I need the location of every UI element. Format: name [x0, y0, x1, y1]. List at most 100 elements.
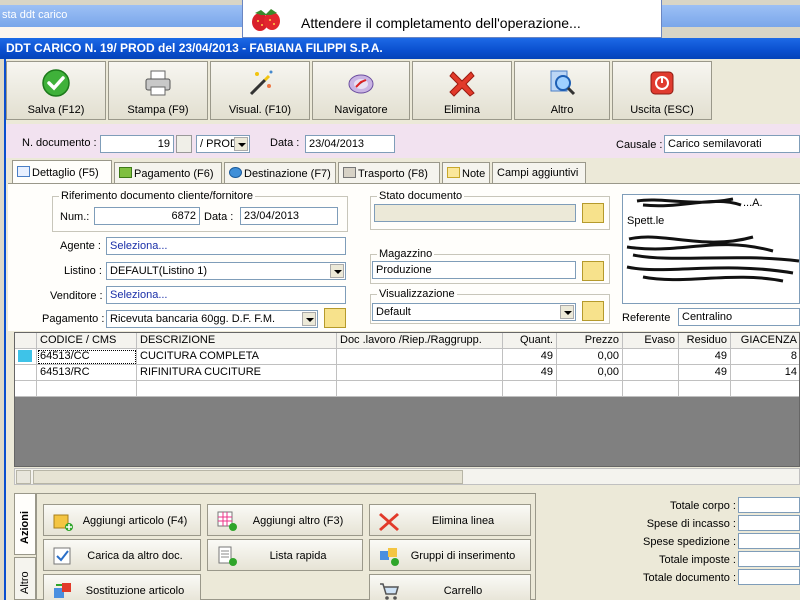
doc-series-select[interactable]: / PROD [196, 135, 250, 153]
ref-date-label: Data : [204, 211, 234, 223]
column-header[interactable]: CODICE / CMS [37, 333, 137, 349]
grid-header: CODICE / CMS DESCRIZIONE Doc .lavoro /Ri… [15, 333, 799, 349]
document-lines-grid[interactable]: CODICE / CMS DESCRIZIONE Doc .lavoro /Ri… [14, 332, 800, 467]
wait-message: Attendere il completamento dell'operazio… [301, 15, 581, 31]
view-select[interactable]: Default [372, 303, 576, 321]
payment-folder-button[interactable] [324, 308, 346, 328]
column-header[interactable]: Residuo [679, 333, 731, 349]
table-row[interactable]: 64513/RC RIFINITURA CUCITURE 49 0,00 49 … [15, 365, 799, 381]
seller-input[interactable]: Seleziona... [106, 286, 346, 304]
tab-notes[interactable]: Note [442, 162, 490, 183]
total-body-field[interactable] [738, 497, 800, 513]
print-button[interactable]: Stampa (F9) [108, 61, 208, 120]
list-label: Listino : [64, 265, 102, 277]
tab-destination[interactable]: Destinazione (F7) [224, 162, 336, 183]
wait-popup: Attendere il completamento dell'operazio… [242, 0, 662, 38]
chevron-down-icon [560, 305, 574, 319]
warehouse-input[interactable]: Produzione [372, 261, 576, 279]
tab-payment[interactable]: Pagamento (F6) [114, 162, 222, 183]
globe-icon [229, 167, 242, 178]
column-header[interactable]: DESCRIZIONE [137, 333, 337, 349]
table-row-empty[interactable] [15, 381, 799, 397]
ref-number-input[interactable]: 6872 [94, 207, 200, 225]
add-box-icon [53, 514, 73, 531]
cart-icon [380, 583, 399, 600]
chevron-down-icon [330, 264, 344, 278]
view-folder-button[interactable] [582, 301, 604, 321]
seller-label: Venditore : [50, 290, 103, 302]
chevron-down-icon [234, 137, 248, 151]
preview-button[interactable]: Visual. (F10) [210, 61, 310, 120]
collection-expenses-field[interactable] [738, 515, 800, 531]
power-icon [650, 71, 674, 95]
total-document-field[interactable] [738, 569, 800, 585]
status-folder-button[interactable] [582, 203, 604, 223]
totals-panel: Totale corpo : Spese di incasso : Spese … [536, 493, 800, 600]
doc-number-lookup-button[interactable] [176, 135, 192, 153]
payment-select[interactable]: Ricevuta bancaria 60gg. D.F. F.M. [106, 310, 318, 328]
printer-icon [145, 70, 171, 96]
background-window-titlebar-right [660, 5, 800, 27]
shipping-expenses-field[interactable] [738, 533, 800, 549]
add-grid-icon [217, 511, 237, 531]
navigator-button[interactable]: Navigatore [312, 61, 410, 120]
column-header[interactable]: Evaso [623, 333, 679, 349]
list-select[interactable]: DEFAULT(Listino 1) [106, 262, 346, 280]
reason-input[interactable]: Carico semilavorati [664, 135, 800, 153]
column-header[interactable]: Prezzo [557, 333, 623, 349]
ref-date-input[interactable]: 23/04/2013 [240, 207, 338, 225]
scroll-left-button[interactable] [16, 470, 31, 484]
agent-input[interactable]: Seleziona... [106, 237, 346, 255]
row-selector[interactable] [15, 365, 37, 381]
delete-line-button[interactable]: Elimina linea [369, 504, 531, 536]
replace-article-button[interactable]: Sostituzione articolo [43, 574, 201, 600]
tab-transport[interactable]: Trasporto (F8) [338, 162, 440, 183]
exit-button[interactable]: Uscita (ESC) [612, 61, 712, 120]
grid-horizontal-scrollbar[interactable] [14, 468, 800, 485]
detail-tab-icon [17, 166, 30, 177]
tab-extra-fields[interactable]: Campi aggiuntivi [492, 162, 586, 183]
detail-panel: Riferimento documento cliente/fornitore … [8, 183, 800, 331]
toolbar: Salva (F12) Stampa (F9) Visual. (F10) Na… [4, 61, 800, 121]
row-selector[interactable] [15, 349, 37, 365]
scroll-thumb[interactable] [33, 470, 463, 484]
total-body-row: Totale corpo : [536, 497, 800, 515]
column-header[interactable]: Doc .lavoro /Riep./Raggrupp. [337, 333, 503, 349]
actions-panel: Aggiungi articolo (F4) Aggiungi altro (F… [36, 493, 536, 600]
column-header[interactable]: Quant. [503, 333, 557, 349]
doc-status-input[interactable] [374, 204, 576, 222]
quick-list-button[interactable]: Lista rapida [207, 539, 363, 571]
note-icon [447, 167, 460, 178]
add-other-button[interactable]: Aggiungi altro (F3) [207, 504, 363, 536]
doc-number-label: N. documento : [22, 137, 97, 149]
other-button[interactable]: Altro [514, 61, 610, 120]
customer-address-box: ...A. Spett.le [622, 194, 800, 304]
table-row[interactable]: 64513/CC CUCITURA COMPLETA 49 0,00 49 8 [15, 349, 799, 365]
agent-label: Agente : [60, 240, 101, 252]
group-insert-icon [380, 548, 399, 566]
warehouse-folder-button[interactable] [582, 261, 604, 281]
cart-button[interactable]: Carrello [369, 574, 531, 600]
delete-button[interactable]: Elimina [412, 61, 512, 120]
doc-date-input[interactable]: 23/04/2013 [305, 135, 395, 153]
save-button[interactable]: Salva (F12) [6, 61, 106, 120]
redaction-scribble [626, 197, 800, 283]
column-header[interactable]: GIACENZA [731, 333, 799, 349]
delete-x-icon [449, 71, 475, 97]
delete-x-icon [379, 513, 399, 531]
insert-groups-button[interactable]: Gruppi di inserimento [369, 539, 531, 571]
reason-label: Causale : [616, 139, 663, 151]
total-taxes-field[interactable] [738, 551, 800, 567]
referent-input[interactable]: Centralino [678, 308, 800, 326]
tab-actions[interactable]: Azioni [14, 493, 36, 555]
tab-other[interactable]: Altro [14, 557, 36, 600]
add-article-button[interactable]: Aggiungi articolo (F4) [43, 504, 201, 536]
load-doc-icon [53, 547, 71, 565]
payment-tab-icon [119, 167, 132, 178]
tab-detail[interactable]: Dettaglio (F5) [12, 160, 112, 184]
background-window-content [0, 27, 242, 38]
window-title: DDT CARICO N. 19/ PROD del 23/04/2013 - … [0, 38, 800, 59]
payment-label: Pagamento : [42, 313, 105, 325]
doc-number-input[interactable]: 19 [100, 135, 174, 153]
load-from-doc-button[interactable]: Carica da altro doc. [43, 539, 201, 571]
